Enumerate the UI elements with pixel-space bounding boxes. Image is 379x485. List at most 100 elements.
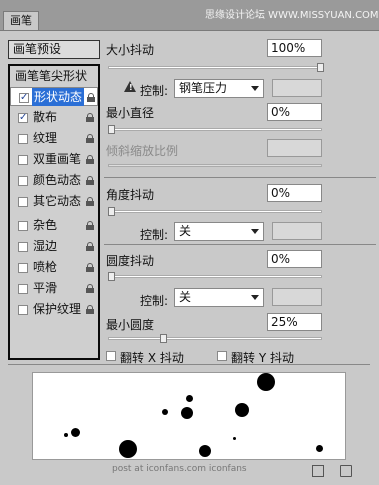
list-item[interactable]: 杂色 (10, 216, 98, 236)
checkbox[interactable] (18, 221, 28, 231)
preview-dot (181, 407, 193, 419)
list-item[interactable]: 双重画笔 (10, 150, 98, 170)
brush-options-sidebar: 画笔预设 画笔笔尖形状 ✓ 形状动态 ✓ 散布 纹理 双重画笔 颜色动态 其它动态 杂色 湿边 喷枪… (8, 40, 100, 360)
roundness-jitter-label: 圆度抖动 (106, 254, 155, 268)
lock-icon[interactable] (87, 93, 95, 102)
preview-dot (235, 403, 249, 417)
slider-thumb[interactable] (108, 125, 115, 134)
angle-control-field (272, 222, 322, 240)
list-item[interactable]: ✓ 形状动态 (10, 87, 98, 106)
angle-jitter-input[interactable]: 0% (267, 184, 322, 202)
slider-thumb[interactable] (160, 334, 167, 343)
lock-icon[interactable] (86, 113, 94, 122)
list-item-label: 散布 (33, 110, 58, 124)
chevron-down-icon (251, 229, 259, 234)
list-item[interactable]: ✓ 散布 (10, 108, 98, 128)
size-control-select[interactable]: 钢笔压力 (174, 79, 264, 98)
checkbox[interactable]: ✓ (18, 113, 28, 123)
checkbox[interactable] (18, 284, 28, 294)
tilt-scale-input (267, 139, 322, 157)
list-item[interactable]: 湿边 (10, 237, 98, 257)
preview-dot (257, 373, 275, 391)
min-diameter-label: 最小直径 (106, 106, 155, 120)
preview-dot (162, 409, 168, 415)
lock-icon[interactable] (86, 155, 94, 164)
lock-icon[interactable] (86, 197, 94, 206)
lock-icon[interactable] (86, 134, 94, 143)
checkbox[interactable] (18, 242, 28, 252)
warning-icon: ! (124, 81, 136, 92)
checkbox[interactable] (18, 197, 28, 207)
checkbox[interactable] (18, 263, 28, 273)
checkbox[interactable]: ✓ (19, 93, 29, 103)
angle-control-select[interactable]: 关 (174, 222, 264, 241)
divider (8, 364, 370, 365)
brush-options-list: 画笔笔尖形状 ✓ 形状动态 ✓ 散布 纹理 双重画笔 颜色动态 其它动态 杂色 湿边 喷枪 平滑 保护纹… (8, 64, 100, 360)
preview-dot (71, 428, 80, 437)
roundness-control-field (272, 288, 322, 306)
min-roundness-slider[interactable] (108, 334, 322, 343)
list-item-brush-tip-shape[interactable]: 画笔笔尖形状 (10, 67, 98, 87)
brush-presets-button[interactable]: 画笔预设 (8, 40, 100, 59)
preview-dot (186, 395, 193, 402)
min-diameter-input[interactable]: 0% (267, 103, 322, 121)
lock-icon[interactable] (86, 176, 94, 185)
list-item[interactable]: 其它动态 (10, 192, 98, 212)
checkbox[interactable] (18, 176, 28, 186)
angle-jitter-label: 角度抖动 (106, 188, 155, 202)
roundness-jitter-input[interactable]: 0% (267, 250, 322, 268)
checkbox[interactable] (18, 155, 28, 165)
tilt-scale-slider (108, 161, 322, 169)
slider-thumb[interactable] (317, 63, 324, 72)
list-item[interactable]: 喷枪 (10, 258, 98, 278)
list-item-label: 平滑 (33, 281, 58, 295)
list-item-label: 双重画笔 (33, 152, 82, 166)
lock-icon[interactable] (86, 305, 94, 314)
lock-icon[interactable] (86, 221, 94, 230)
size-jitter-input[interactable]: 100% (267, 39, 322, 57)
size-jitter-slider[interactable] (108, 63, 324, 72)
list-item-label: 纹理 (33, 131, 58, 145)
chevron-down-icon (251, 86, 259, 91)
min-roundness-input[interactable]: 25% (267, 313, 322, 331)
list-item-label: 画笔笔尖形状 (15, 69, 88, 83)
control-label: 控制: (140, 294, 169, 308)
flip-y-checkbox[interactable] (217, 351, 227, 361)
title-bar: 画笔 思缘设计论坛 WWW.MISSYUAN.COM (0, 0, 379, 30)
lock-icon[interactable] (86, 242, 94, 251)
slider-thumb[interactable] (108, 207, 115, 216)
list-item[interactable]: 保护纹理 (10, 300, 98, 320)
min-diameter-slider[interactable] (108, 125, 322, 134)
list-item[interactable]: 平滑 (10, 279, 98, 299)
tilt-scale-label: 倾斜缩放比例 (106, 144, 179, 158)
list-item[interactable]: 纹理 (10, 129, 98, 149)
trash-icon[interactable] (340, 465, 352, 477)
brush-stroke-preview (32, 372, 346, 460)
lock-icon[interactable] (86, 263, 94, 272)
preview-dot (199, 445, 211, 457)
new-preset-icon[interactable] (312, 465, 324, 477)
list-item[interactable]: 颜色动态 (10, 171, 98, 191)
roundness-jitter-slider[interactable] (108, 272, 322, 281)
preview-dot (316, 445, 323, 452)
control-label: 控制: (140, 228, 169, 242)
size-control-field (272, 79, 322, 97)
checkbox[interactable] (18, 305, 28, 315)
min-roundness-label: 最小圆度 (106, 318, 155, 332)
checkbox[interactable] (18, 134, 28, 144)
roundness-control-select[interactable]: 关 (174, 288, 264, 307)
list-item-label: 保护纹理 (33, 302, 82, 316)
list-item-label: 其它动态 (33, 194, 82, 208)
lock-icon[interactable] (86, 284, 94, 293)
preview-dot (64, 433, 68, 437)
tab-brush[interactable]: 画笔 (3, 11, 39, 30)
preview-dot (233, 437, 236, 440)
preview-dot (119, 440, 137, 458)
flip-x-checkbox[interactable] (106, 351, 116, 361)
angle-jitter-slider[interactable] (108, 207, 322, 216)
slider-thumb[interactable] (108, 272, 115, 281)
size-jitter-label: 大小抖动 (106, 43, 155, 57)
list-item-label: 杂色 (33, 218, 58, 232)
list-item-label: 颜色动态 (33, 173, 82, 187)
divider (104, 177, 376, 178)
